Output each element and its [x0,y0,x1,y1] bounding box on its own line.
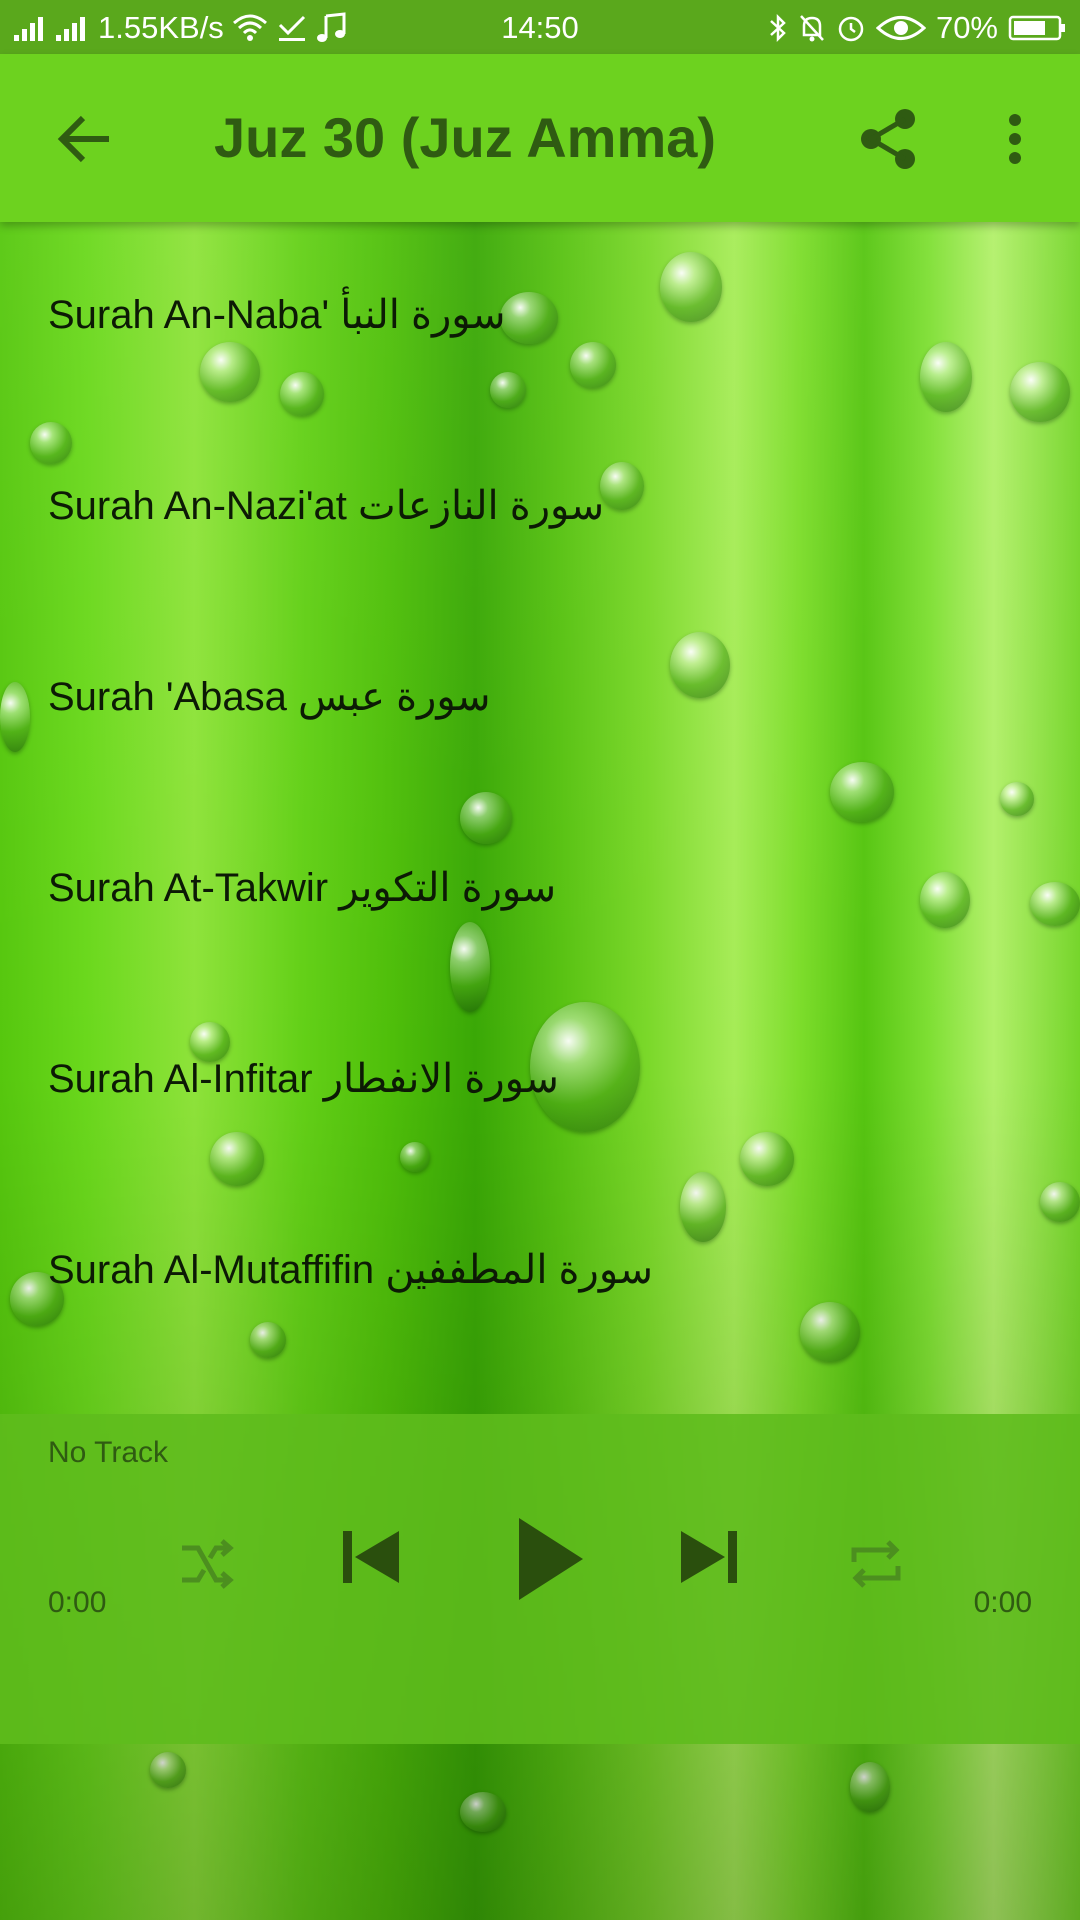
surah-label: Surah At-Takwir سورة التكوير [48,866,557,910]
shuffle-button[interactable] [168,1526,244,1602]
skip-next-icon [679,1529,739,1585]
total-time: 0:00 [973,1586,1032,1619]
more-vertical-icon [1007,113,1023,165]
list-item[interactable]: Surah An-Nazi'at سورة النازعات [0,413,1080,604]
surah-label: Surah 'Abasa سورة عبس [48,675,491,719]
bluetooth-icon [768,13,788,43]
list-item[interactable]: Surah Al-Mutaffifin سورة المطففين [0,1177,1080,1368]
play-button[interactable] [500,1504,600,1614]
back-button[interactable] [40,94,130,184]
app-bar: Juz 30 (Juz Amma) [0,54,1080,222]
surah-label: Surah Al-Infitar سورة الانفطار [48,1057,559,1101]
status-bar: 1.55KB/s 14:50 70% [0,0,1080,54]
share-icon [859,107,919,171]
list-item[interactable]: Surah 'Abasa سورة عبس [0,604,1080,795]
play-icon [515,1516,585,1602]
alarm-icon [836,13,866,43]
track-title: No Track [48,1436,169,1469]
current-time: 0:00 [48,1586,107,1619]
list-item[interactable]: Surah At-Takwir سورة التكوير [0,795,1080,986]
more-options-button[interactable] [970,94,1060,184]
mute-icon [798,13,826,43]
eye-icon [875,13,926,43]
arrow-left-icon [57,114,113,164]
audio-player: No Track 0:00 0:00 [0,1414,1080,1744]
surah-label: Surah Al-Mutaffifin سورة المطففين [48,1248,654,1292]
surah-label: Surah An-Naba' سورة النبأ [48,293,506,337]
surah-label: Surah An-Nazi'at سورة النازعات [48,484,605,528]
list-item[interactable]: Surah Al-Infitar سورة الانفطار [0,986,1080,1177]
shuffle-icon [178,1538,234,1590]
page-title: Juz 30 (Juz Amma) [214,106,717,169]
status-right: 70% [768,8,1066,48]
previous-button[interactable] [330,1516,412,1598]
list-item[interactable]: Surah An-Naba' سورة النبأ [0,222,1080,413]
skip-previous-icon [341,1529,401,1585]
repeat-icon [848,1536,904,1592]
repeat-button[interactable] [838,1526,914,1602]
battery-icon [1008,14,1066,42]
surah-list: Surah An-Naba' سورة النبأ Surah An-Nazi'… [0,222,1080,1368]
battery-percent: 70% [935,10,998,45]
share-button[interactable] [844,94,934,184]
next-button[interactable] [668,1516,750,1598]
